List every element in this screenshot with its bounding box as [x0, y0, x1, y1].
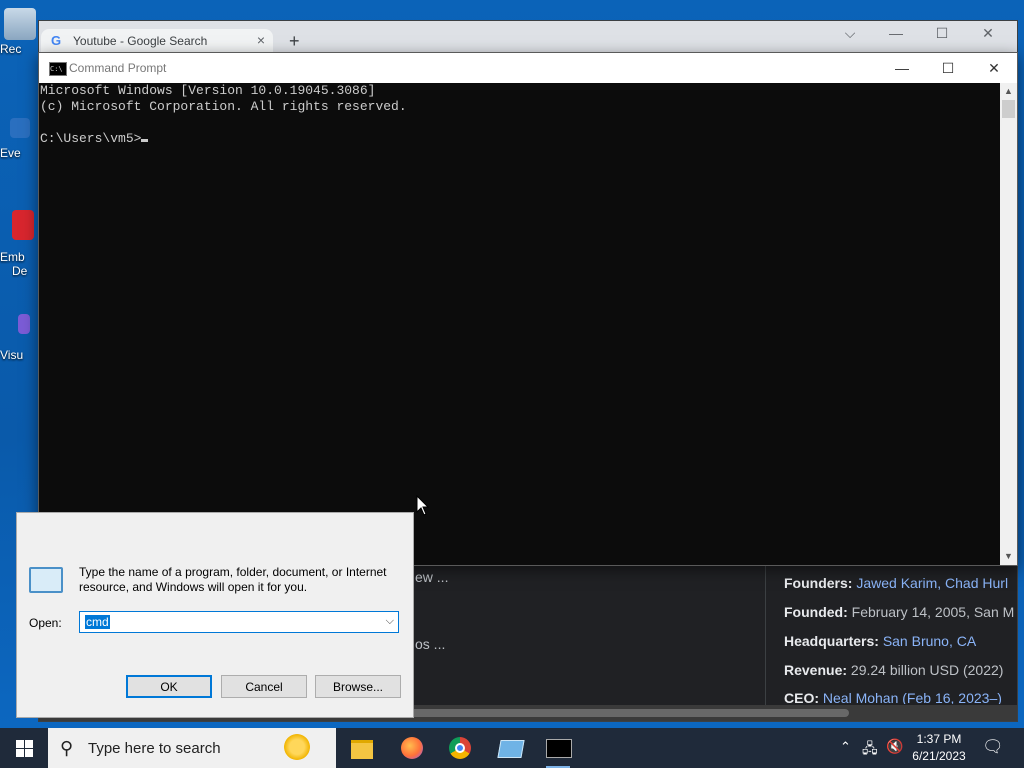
run-description: Type the name of a program, folder, docu… [79, 565, 387, 594]
chevron-up-icon[interactable]: ⌃ [840, 739, 851, 755]
fact-value: 29.24 billion USD (2022) [850, 662, 1004, 678]
result-fragment[interactable]: os ... [415, 636, 445, 652]
search-icon: ⚲ [60, 738, 74, 758]
cancel-button[interactable]: Cancel [221, 675, 307, 698]
network-icon[interactable]: 🖧 [862, 738, 878, 762]
ok-button[interactable]: OK [126, 675, 212, 698]
windows-logo-part [25, 740, 33, 748]
windows-logo-icon [16, 740, 24, 748]
fact-label: Revenue: [784, 662, 848, 678]
google-icon: G [51, 33, 62, 48]
file-explorer-taskbar-button[interactable] [346, 732, 378, 764]
vertical-scrollbar[interactable]: ▲ ▼ [1000, 83, 1017, 565]
close-button[interactable]: ✕ [971, 53, 1017, 83]
window-app-icon [497, 740, 525, 758]
kg-fact-founders: Founders: Jawed Karim, Chad Hurl [784, 575, 1008, 591]
browse-button[interactable]: Browse... [315, 675, 401, 698]
tab-search-button[interactable]: ⌵ [827, 25, 873, 42]
cmd-title-bar[interactable]: C:\ Command Prompt — ☐ ✕ [39, 53, 1017, 83]
desktop-icon-label: Rec [0, 42, 22, 56]
minimize-button[interactable]: — [873, 25, 919, 41]
fact-link[interactable]: Jawed Karim, Chad Hurl [856, 575, 1008, 591]
weather-sun-icon[interactable] [284, 734, 310, 760]
fact-value: February 14, 2005, San M [851, 604, 1015, 620]
recycle-bin-shortcut[interactable]: Rec [0, 8, 40, 56]
fact-label: Founders: [784, 575, 853, 591]
recycle-bin-icon [4, 8, 36, 40]
clock[interactable]: 1:37 PM 6/21/2023 [908, 731, 970, 765]
scroll-down-icon[interactable]: ▼ [1000, 548, 1017, 565]
scroll-up-icon[interactable]: ▲ [1000, 83, 1017, 100]
volume-muted-icon[interactable]: 🔇 [886, 738, 903, 755]
fact-link[interactable]: Neal Mohan (Feb 16, 2023–) [823, 690, 1002, 704]
desktop-icon-label: Visu [0, 348, 24, 362]
fact-label: Headquarters: [784, 633, 879, 649]
kg-fact-founded: Founded: February 14, 2005, San M [784, 604, 1014, 620]
chrome-icon-center [455, 743, 465, 753]
fact-label: Founded: [784, 604, 848, 620]
console-prompt-line: C:\Users\vm5> [40, 131, 1000, 147]
desktop-icon-label: Eve [0, 146, 21, 160]
console-line: (c) Microsoft Corporation. All rights re… [40, 99, 407, 114]
cmd-icon [546, 739, 572, 758]
search-placeholder: Type here to search [88, 740, 221, 757]
console-output[interactable]: Microsoft Windows [Version 10.0.19045.30… [39, 83, 1000, 565]
red-app-icon [12, 210, 34, 240]
mouse-pointer-icon [416, 495, 430, 516]
cmd-taskbar-button[interactable] [542, 732, 574, 768]
maximize-button[interactable]: ☐ [925, 53, 971, 83]
desktop-shortcut-emb[interactable]: Emb De [0, 210, 40, 278]
fact-label: CEO: [784, 690, 819, 704]
fact-link[interactable]: San Bruno, CA [883, 633, 976, 649]
date: 6/21/2023 [912, 749, 966, 763]
start-button[interactable] [0, 728, 48, 768]
command-prompt-window: C:\ Command Prompt — ☐ ✕ Microsoft Windo… [38, 52, 1018, 566]
run-icon [29, 567, 63, 593]
app-shortcut-icon [10, 118, 30, 138]
kg-fact-ceo: CEO: Neal Mohan (Feb 16, 2023–) [784, 690, 1002, 704]
chrome-tab-title: Youtube - Google Search [73, 34, 208, 48]
chrome-tab-bar: G Youtube - Google Search × + ⌵ — ☐ ✕ [39, 21, 1017, 53]
open-input-value[interactable]: cmd [85, 615, 110, 629]
new-tab-button[interactable]: + [289, 31, 300, 52]
desktop-shortcut-eve[interactable]: Eve [0, 118, 40, 160]
chrome-taskbar-button[interactable] [444, 732, 476, 764]
scroll-thumb[interactable] [399, 709, 849, 717]
windows-logo-part [16, 749, 24, 757]
desktop-shortcut-visu[interactable]: Visu [0, 314, 40, 362]
result-fragment[interactable]: ew ... [415, 569, 448, 585]
panel-divider [765, 565, 766, 705]
close-button[interactable]: ✕ [965, 25, 1011, 42]
maximize-button[interactable]: ☐ [919, 25, 965, 42]
visual-studio-icon [18, 314, 30, 334]
firefox-taskbar-button[interactable] [396, 732, 428, 764]
folder-icon [351, 740, 373, 759]
notification-icon[interactable]: 🗨 [982, 737, 1004, 757]
time: 1:37 PM [916, 732, 962, 746]
open-combobox[interactable]: cmd ⌵ [79, 611, 399, 633]
chrome-tab[interactable]: G Youtube - Google Search × [41, 29, 273, 53]
kg-fact-revenue: Revenue: 29.24 billion USD (2022) [784, 662, 1003, 678]
text-cursor [141, 139, 149, 142]
firefox-icon [401, 737, 423, 759]
console-line: Microsoft Windows [Version 10.0.19045.30… [40, 83, 376, 98]
app-taskbar-button[interactable] [494, 732, 526, 764]
window-title: Command Prompt [69, 61, 167, 75]
run-dialog: Type the name of a program, folder, docu… [16, 512, 414, 718]
cmd-app-icon: C:\ [49, 62, 67, 76]
kg-fact-headquarters: Headquarters: San Bruno, CA [784, 633, 976, 649]
minimize-button[interactable]: — [879, 53, 925, 83]
console-prompt: C:\Users\vm5> [40, 131, 142, 146]
scroll-thumb[interactable] [1002, 100, 1015, 118]
windows-logo-part [25, 749, 33, 757]
tab-close-icon[interactable]: × [257, 32, 265, 48]
chevron-down-icon[interactable]: ⌵ [386, 615, 394, 628]
chrome-window-controls: ⌵ — ☐ ✕ [827, 25, 1011, 42]
desktop-icon-label: Emb [0, 250, 25, 264]
taskbar: ⚲ Type here to search ⌃ 🖧 🔇 1:37 PM 6/21… [0, 728, 1024, 768]
taskbar-search[interactable]: ⚲ Type here to search [48, 728, 336, 768]
open-label: Open: [29, 616, 62, 630]
